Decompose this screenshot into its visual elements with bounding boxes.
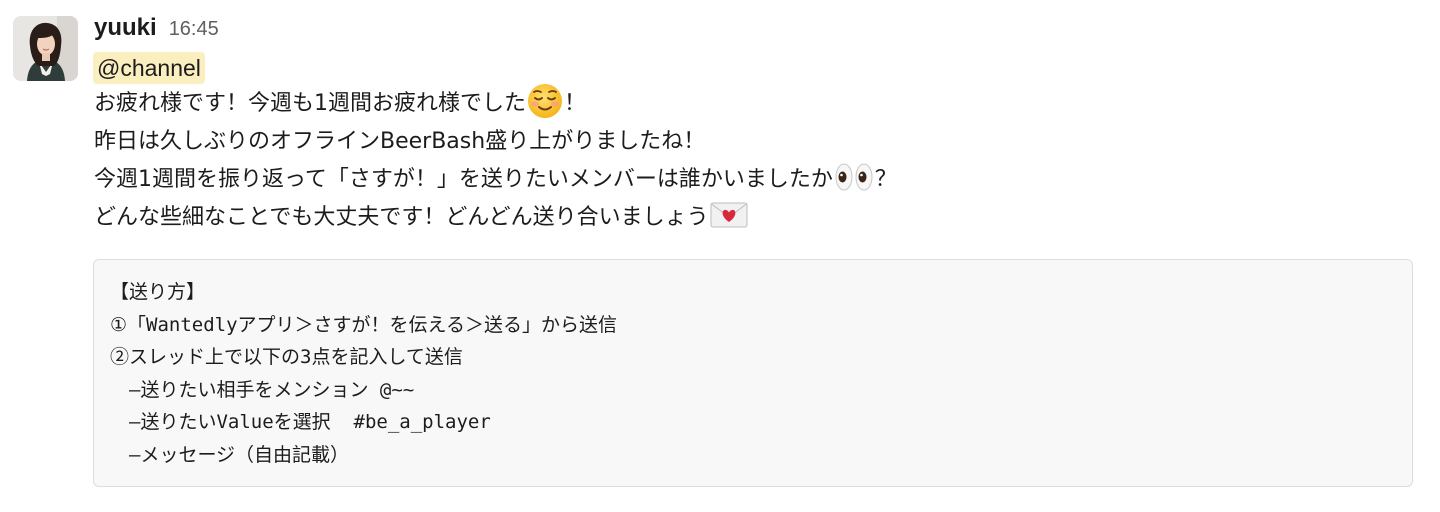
chat-message: yuuki 16:45 @channel お疲れ様です！今週も1週間お疲れ様でし… [0,0,1440,512]
message-header: yuuki 16:45 [94,14,219,48]
avatar[interactable] [13,16,78,81]
sender-name[interactable]: yuuki [94,14,157,42]
code-line: ①「Wantedlyアプリ＞さすが！を伝える＞送る」から送信 [110,313,617,336]
code-line: –送りたい相手をメンション @~~ [110,378,415,401]
message-line-tail: ！ [564,91,587,116]
message-line-text: 昨日は久しぶりのオフラインBeerBash盛り上がりましたね！ [94,129,706,154]
message-body: お疲れ様です！今週も1週間お疲れ様でした ！ 昨日は久しぶりのオフラインBeerB… [94,83,1394,237]
love-letter-emoji [710,201,748,229]
relieved-face-emoji [527,83,563,119]
code-line: 【送り方】 [110,281,206,303]
message-line-tail: ？ [874,167,897,192]
message-line-2: 昨日は久しぶりのオフラインBeerBash盛り上がりましたね！ [94,123,1394,161]
message-timestamp[interactable]: 16:45 [169,18,219,41]
avatar-photo [13,16,78,81]
message-line-text: お疲れ様です！今週も1週間お疲れ様でした [94,91,526,116]
message-line-text: どんな些細なことでも大丈夫です！どんどん送り合いましょう [94,205,709,230]
code-block: 【送り方】 ①「Wantedlyアプリ＞さすが！を伝える＞送る」から送信 ②スレ… [93,259,1413,487]
code-line: –メッセージ（自由記載） [110,443,350,466]
message-line-4: どんな些細なことでも大丈夫です！どんどん送り合いましょう [94,199,1394,237]
message-line-text: 今週1週間を振り返って「さすが！」を送りたいメンバーは誰かいましたか [94,167,833,192]
code-line: ②スレッド上で以下の3点を記入して送信 [110,346,463,368]
code-line: –送りたいValueを選択 #be_a_player [110,411,491,433]
message-line-1: お疲れ様です！今週も1週間お疲れ様でした ！ [94,83,1394,123]
message-line-3: 今週1週間を振り返って「さすが！」を送りたいメンバーは誰かいましたか ？ [94,161,1394,199]
eyes-emoji [834,161,874,193]
channel-mention[interactable]: @channel [93,52,205,84]
